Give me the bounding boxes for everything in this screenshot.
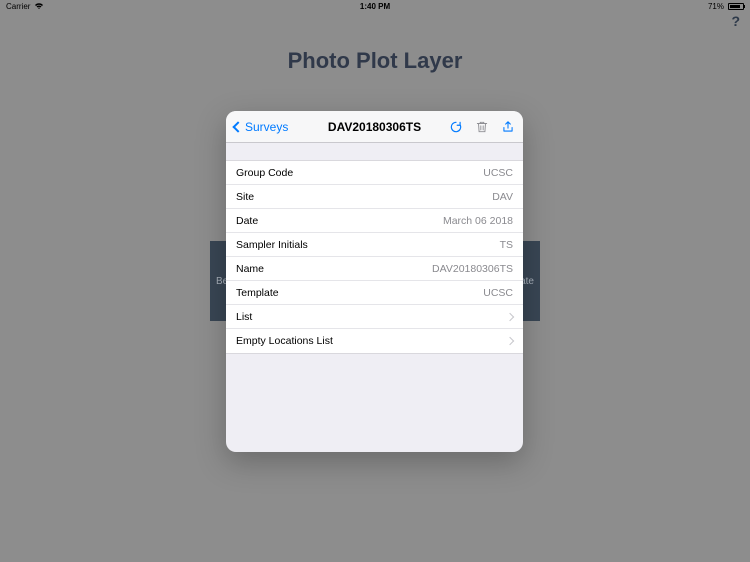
row-empty-locations[interactable]: Empty Locations List — [226, 329, 523, 353]
status-bar: Carrier 1:40 PM 71% — [0, 0, 750, 12]
value-group-code: UCSC — [483, 167, 513, 179]
help-button[interactable]: ? — [731, 13, 740, 29]
label-list: List — [236, 311, 252, 323]
label-empty-locations: Empty Locations List — [236, 335, 333, 347]
row-list[interactable]: List — [226, 305, 523, 329]
chevron-right-icon — [506, 312, 514, 320]
nav-title: DAV20180306TS — [328, 120, 421, 134]
row-date[interactable]: Date March 06 2018 — [226, 209, 523, 233]
share-icon — [501, 120, 515, 134]
page-title: Photo Plot Layer — [0, 48, 750, 74]
share-button[interactable] — [501, 120, 515, 134]
refresh-icon — [449, 120, 463, 134]
battery-icon — [728, 3, 744, 10]
label-site: Site — [236, 191, 254, 203]
delete-button[interactable] — [475, 120, 489, 134]
back-label: Surveys — [245, 120, 288, 134]
row-name[interactable]: Name DAV20180306TS — [226, 257, 523, 281]
value-template: UCSC — [483, 287, 513, 299]
label-name: Name — [236, 263, 264, 275]
battery-pct: 71% — [708, 2, 724, 11]
carrier-label: Carrier — [6, 2, 30, 11]
value-sampler: TS — [500, 239, 513, 251]
row-template[interactable]: Template UCSC — [226, 281, 523, 305]
row-site[interactable]: Site DAV — [226, 185, 523, 209]
value-name: DAV20180306TS — [432, 263, 513, 275]
label-date: Date — [236, 215, 258, 227]
chevron-left-icon — [232, 121, 243, 132]
trash-icon — [475, 120, 489, 134]
clock: 1:40 PM — [360, 2, 390, 11]
detail-list: Group Code UCSC Site DAV Date March 06 2… — [226, 160, 523, 354]
wifi-icon — [34, 2, 44, 10]
value-site: DAV — [492, 191, 513, 203]
label-group-code: Group Code — [236, 167, 293, 179]
label-template: Template — [236, 287, 279, 299]
chevron-right-icon — [506, 337, 514, 345]
nav-bar: Surveys DAV20180306TS — [226, 111, 523, 143]
value-date: March 06 2018 — [443, 215, 513, 227]
back-button[interactable]: Surveys — [234, 120, 288, 134]
survey-detail-popover: Surveys DAV20180306TS Group Code UCSC Si… — [226, 111, 523, 452]
row-sampler[interactable]: Sampler Initials TS — [226, 233, 523, 257]
label-sampler: Sampler Initials — [236, 239, 308, 251]
refresh-button[interactable] — [449, 120, 463, 134]
row-group-code[interactable]: Group Code UCSC — [226, 161, 523, 185]
